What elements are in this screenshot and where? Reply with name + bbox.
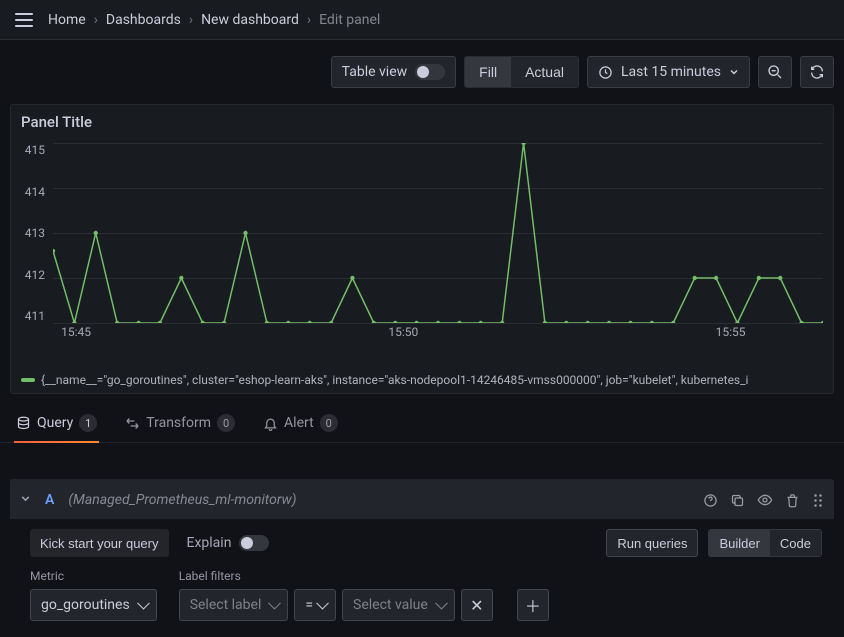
filter-value-select[interactable]: Select value (342, 589, 455, 621)
chevron-down-icon (20, 493, 31, 504)
explain-toggle[interactable]: Explain (187, 535, 270, 551)
tab-alert-label: Alert (284, 415, 314, 431)
label-filters-label: Label filters (179, 569, 549, 583)
filter-operator: = (305, 597, 313, 613)
switch-icon (415, 64, 445, 80)
time-range-picker[interactable]: Last 15 minutes (587, 56, 750, 88)
copy-icon[interactable] (730, 493, 745, 508)
switch-icon (239, 535, 269, 551)
crumb-home[interactable]: Home (48, 12, 86, 28)
time-range-label: Last 15 minutes (621, 64, 721, 80)
chevron-down-icon (729, 67, 739, 77)
refresh-button[interactable] (800, 56, 834, 88)
table-view-toggle[interactable]: Table view (331, 56, 457, 88)
chevron-right-icon: › (94, 12, 98, 28)
tab-query[interactable]: Query 1 (14, 408, 99, 442)
run-queries-button[interactable]: Run queries (606, 529, 698, 557)
trash-icon[interactable] (785, 493, 800, 508)
chevron-right-icon: › (189, 12, 193, 28)
chart-legend[interactable]: {__name__="go_goroutines", cluster="esho… (21, 373, 823, 387)
filter-value-placeholder: Select value (353, 597, 428, 613)
zoom-out-button[interactable] (758, 56, 792, 88)
filter-label-select[interactable]: Select label (179, 589, 289, 621)
legend-label: {__name__="go_goroutines", cluster="esho… (41, 373, 748, 387)
drag-handle-icon[interactable] (812, 493, 824, 508)
builder-code-toggle: Builder Code (708, 529, 822, 557)
refresh-icon (809, 64, 825, 80)
chevron-right-icon: › (307, 12, 311, 28)
help-icon[interactable] (703, 493, 718, 508)
query-editor: A (Managed_Prometheus_ml-monitorw) Kick … (10, 479, 834, 635)
query-datasource[interactable]: (Managed_Prometheus_ml-monitorw) (68, 492, 296, 508)
metric-label: Metric (30, 569, 157, 583)
builder-mode-button[interactable]: Builder (709, 530, 769, 556)
tab-query-count: 1 (79, 414, 97, 432)
breadcrumb: Home › Dashboards › New dashboard › Edit… (48, 12, 380, 28)
crumb-editpanel: Edit panel (319, 12, 380, 28)
menu-toggle[interactable] (8, 4, 40, 36)
filter-operator-select[interactable]: = (294, 589, 336, 621)
actual-button[interactable]: Actual (511, 57, 578, 87)
transform-icon (125, 416, 140, 431)
zoom-out-icon (767, 64, 783, 80)
tab-transform-count: 0 (217, 414, 235, 432)
chart-plot (53, 143, 823, 323)
fill-actual-toggle: Fill Actual (464, 56, 579, 88)
crumb-newdash[interactable]: New dashboard (201, 12, 299, 28)
collapse-toggle[interactable] (20, 492, 31, 508)
tab-transform-label: Transform (146, 415, 211, 431)
add-filter-button[interactable]: ＋ (517, 589, 549, 621)
explain-label: Explain (187, 535, 232, 551)
filter-label-placeholder: Select label (190, 597, 262, 613)
tab-query-label: Query (37, 415, 73, 431)
metric-value: go_goroutines (41, 597, 130, 613)
bell-icon (263, 416, 278, 431)
legend-color-swatch (21, 378, 35, 382)
query-body: Kick start your query Explain Run querie… (10, 519, 834, 635)
tab-alert-count: 0 (320, 414, 338, 432)
y-axis: 415414413412411 (21, 143, 45, 323)
panel-title: Panel Title (21, 113, 823, 131)
panel: Panel Title 415414413412411 15:4515:5015… (10, 104, 834, 394)
tab-transform[interactable]: Transform 0 (123, 408, 237, 442)
panel-toolbar: Table view Fill Actual Last 15 minutes (0, 40, 844, 104)
query-tabs: Query 1 Transform 0 Alert 0 (0, 402, 844, 443)
clock-icon (598, 65, 613, 80)
code-mode-button[interactable]: Code (770, 530, 821, 556)
fill-button[interactable]: Fill (465, 57, 511, 87)
x-axis: 15:4515:5015:55 (53, 325, 823, 343)
database-icon (16, 416, 31, 431)
metric-select[interactable]: go_goroutines (30, 589, 157, 621)
table-view-label: Table view (342, 64, 408, 80)
query-header: A (Managed_Prometheus_ml-monitorw) (20, 485, 824, 515)
chart[interactable]: 415414413412411 15:4515:5015:55 (49, 143, 823, 343)
query-header-actions (703, 492, 824, 508)
crumb-dashboards[interactable]: Dashboards (106, 12, 181, 28)
remove-filter-button[interactable]: ✕ (461, 589, 493, 621)
hamburger-icon (15, 13, 33, 27)
x-icon: ✕ (470, 596, 483, 615)
query-ref-id[interactable]: A (45, 492, 54, 508)
eye-icon[interactable] (757, 492, 773, 508)
top-header: Home › Dashboards › New dashboard › Edit… (0, 0, 844, 40)
tab-alert[interactable]: Alert 0 (261, 408, 340, 442)
plus-icon: ＋ (525, 593, 541, 617)
kickstart-button[interactable]: Kick start your query (30, 529, 169, 557)
